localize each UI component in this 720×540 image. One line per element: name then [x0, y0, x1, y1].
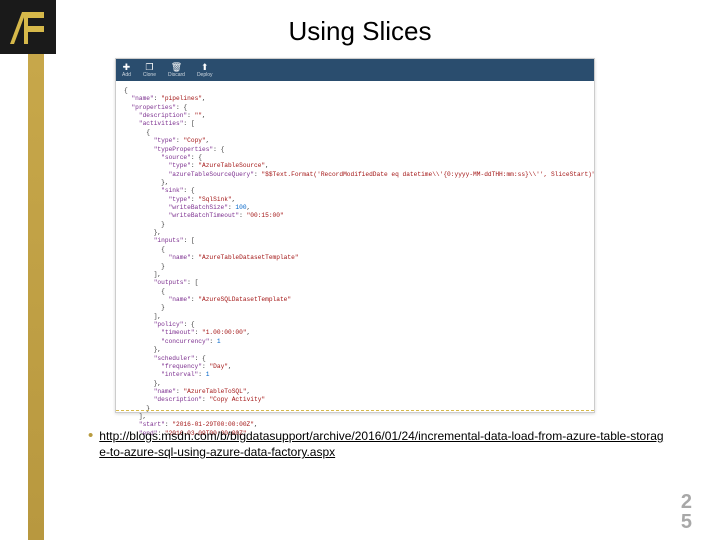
page-number: 2 5 [681, 492, 692, 532]
discard-button[interactable]: 🗑 Discard [168, 63, 185, 78]
toolbar-deploy-label: Deploy [197, 73, 213, 78]
panel-highlight-border [116, 410, 594, 411]
reference-link[interactable]: http://blogs.msdn.com/b/bigdatasupport/a… [99, 428, 668, 460]
deploy-button[interactable]: ⬆ Deploy [197, 63, 213, 78]
page-number-top: 2 [681, 492, 692, 512]
deploy-icon: ⬆ [201, 63, 209, 72]
clone-button[interactable]: ❐ Clone [143, 63, 156, 78]
editor-toolbar: ✚ Add ❐ Clone 🗑 Discard ⬆ Deploy [116, 59, 594, 81]
toolbar-clone-label: Clone [143, 73, 156, 78]
toolbar-discard-label: Discard [168, 73, 185, 78]
slide-title: Using Slices [0, 16, 720, 47]
trash-icon: 🗑 [171, 63, 182, 72]
code-editor-panel: ✚ Add ❐ Clone 🗑 Discard ⬆ Deploy { "name… [115, 58, 595, 413]
bullet-dot-icon: • [88, 428, 93, 444]
reference-bullet: • http://blogs.msdn.com/b/bigdatasupport… [88, 428, 668, 460]
accent-stripe [28, 0, 44, 540]
clone-icon: ❐ [145, 63, 153, 72]
code-body: { "name": "pipelines", "properties": { "… [116, 81, 594, 444]
add-button[interactable]: ✚ Add [122, 63, 131, 78]
page-number-bottom: 5 [681, 512, 692, 532]
plus-icon: ✚ [123, 63, 131, 72]
toolbar-add-label: Add [122, 73, 131, 78]
